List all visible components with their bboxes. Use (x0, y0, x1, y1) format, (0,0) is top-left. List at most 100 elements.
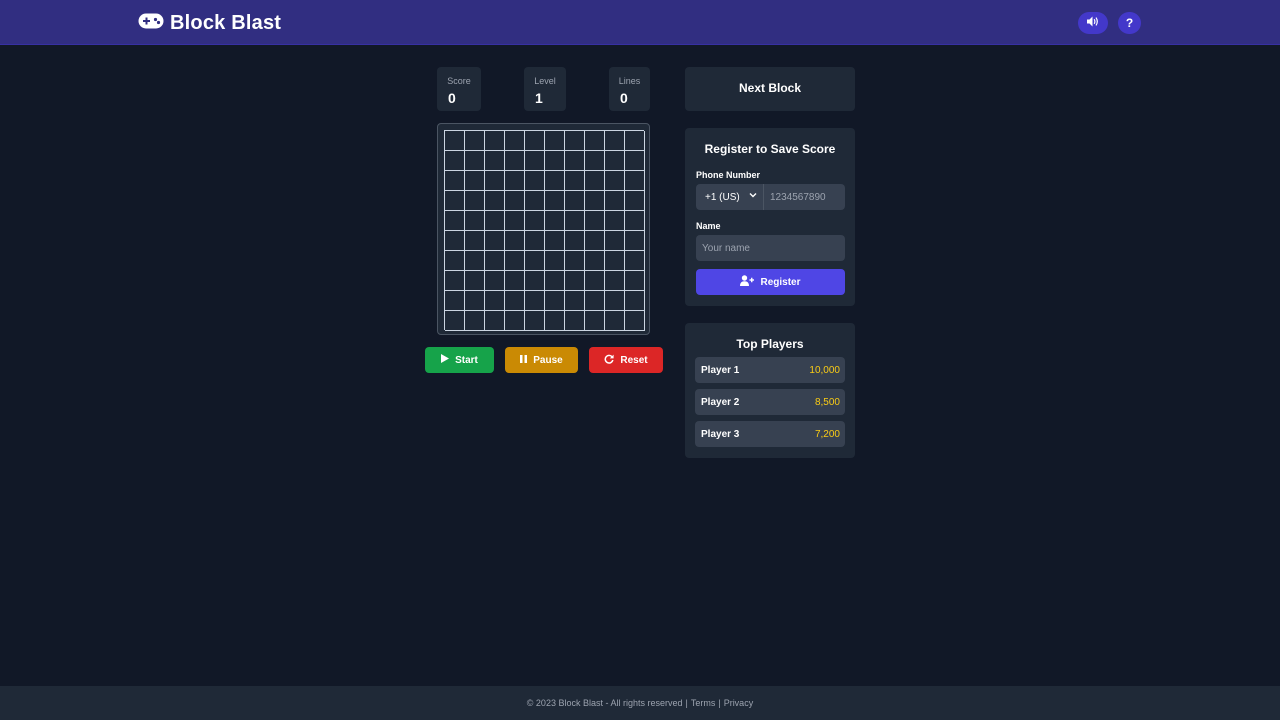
board-cell[interactable] (465, 251, 485, 271)
name-input[interactable] (696, 235, 845, 261)
board-cell[interactable] (625, 271, 645, 291)
board-cell[interactable] (545, 311, 565, 331)
board-cell[interactable] (625, 191, 645, 211)
board-cell[interactable] (625, 251, 645, 271)
reset-button[interactable]: Reset (589, 347, 663, 373)
board-cell[interactable] (485, 291, 505, 311)
board-cell[interactable] (625, 311, 645, 331)
board-cell[interactable] (505, 271, 525, 291)
board-cell[interactable] (525, 191, 545, 211)
board-cell[interactable] (505, 151, 525, 171)
board-cell[interactable] (445, 191, 465, 211)
board-cell[interactable] (525, 311, 545, 331)
board-cell[interactable] (545, 211, 565, 231)
board-cell[interactable] (525, 211, 545, 231)
board-cell[interactable] (585, 311, 605, 331)
board-cell[interactable] (525, 231, 545, 251)
board-cell[interactable] (465, 211, 485, 231)
board-cell[interactable] (585, 151, 605, 171)
board-cell[interactable] (525, 151, 545, 171)
board-cell[interactable] (605, 251, 625, 271)
board-cell[interactable] (625, 131, 645, 151)
board-cell[interactable] (445, 311, 465, 331)
register-button[interactable]: Register (696, 269, 845, 295)
board-cell[interactable] (565, 291, 585, 311)
board-cell[interactable] (605, 211, 625, 231)
board-cell[interactable] (565, 271, 585, 291)
board-cell[interactable] (485, 311, 505, 331)
board-cell[interactable] (625, 291, 645, 311)
board-cell[interactable] (605, 231, 625, 251)
board-cell[interactable] (545, 131, 565, 151)
board-cell[interactable] (485, 151, 505, 171)
brand[interactable]: Block Blast (138, 10, 281, 36)
board-cell[interactable] (565, 251, 585, 271)
board-cell[interactable] (445, 291, 465, 311)
start-button[interactable]: Start (425, 347, 494, 373)
board-cell[interactable] (565, 171, 585, 191)
board-cell[interactable] (505, 291, 525, 311)
board-cell[interactable] (465, 191, 485, 211)
board-cell[interactable] (585, 171, 605, 191)
board-cell[interactable] (465, 171, 485, 191)
sound-toggle-button[interactable] (1078, 12, 1108, 34)
game-board[interactable] (437, 123, 650, 335)
board-cell[interactable] (445, 271, 465, 291)
privacy-link[interactable]: Privacy (724, 698, 754, 708)
board-cell[interactable] (505, 231, 525, 251)
help-button[interactable]: ? (1118, 12, 1141, 34)
board-cell[interactable] (445, 211, 465, 231)
board-cell[interactable] (445, 171, 465, 191)
board-cell[interactable] (445, 231, 465, 251)
board-cell[interactable] (465, 291, 485, 311)
board-cell[interactable] (605, 171, 625, 191)
board-cell[interactable] (565, 311, 585, 331)
board-cell[interactable] (565, 191, 585, 211)
board-cell[interactable] (485, 251, 505, 271)
board-cell[interactable] (465, 151, 485, 171)
board-cell[interactable] (505, 311, 525, 331)
board-cell[interactable] (525, 271, 545, 291)
board-cell[interactable] (625, 211, 645, 231)
phone-input[interactable] (763, 184, 845, 210)
board-cell[interactable] (505, 211, 525, 231)
board-cell[interactable] (505, 131, 525, 151)
board-cell[interactable] (605, 131, 625, 151)
board-cell[interactable] (545, 251, 565, 271)
board-cell[interactable] (525, 251, 545, 271)
terms-link[interactable]: Terms (691, 698, 716, 708)
board-cell[interactable] (545, 171, 565, 191)
board-cell[interactable] (605, 271, 625, 291)
board-cell[interactable] (505, 191, 525, 211)
board-cell[interactable] (565, 231, 585, 251)
board-cell[interactable] (585, 251, 605, 271)
board-cell[interactable] (525, 291, 545, 311)
board-cell[interactable] (505, 251, 525, 271)
board-grid[interactable] (444, 130, 645, 331)
board-cell[interactable] (445, 251, 465, 271)
board-cell[interactable] (565, 211, 585, 231)
board-cell[interactable] (625, 171, 645, 191)
board-cell[interactable] (545, 151, 565, 171)
board-cell[interactable] (465, 131, 485, 151)
board-cell[interactable] (565, 151, 585, 171)
board-cell[interactable] (525, 131, 545, 151)
board-cell[interactable] (605, 191, 625, 211)
board-cell[interactable] (545, 291, 565, 311)
board-cell[interactable] (485, 131, 505, 151)
board-cell[interactable] (445, 151, 465, 171)
board-cell[interactable] (605, 291, 625, 311)
board-cell[interactable] (605, 151, 625, 171)
board-cell[interactable] (485, 171, 505, 191)
board-cell[interactable] (445, 131, 465, 151)
board-cell[interactable] (585, 191, 605, 211)
board-cell[interactable] (465, 231, 485, 251)
board-cell[interactable] (625, 231, 645, 251)
board-cell[interactable] (505, 171, 525, 191)
board-cell[interactable] (485, 231, 505, 251)
board-cell[interactable] (545, 231, 565, 251)
board-cell[interactable] (465, 311, 485, 331)
board-cell[interactable] (465, 271, 485, 291)
board-cell[interactable] (585, 291, 605, 311)
board-cell[interactable] (485, 211, 505, 231)
